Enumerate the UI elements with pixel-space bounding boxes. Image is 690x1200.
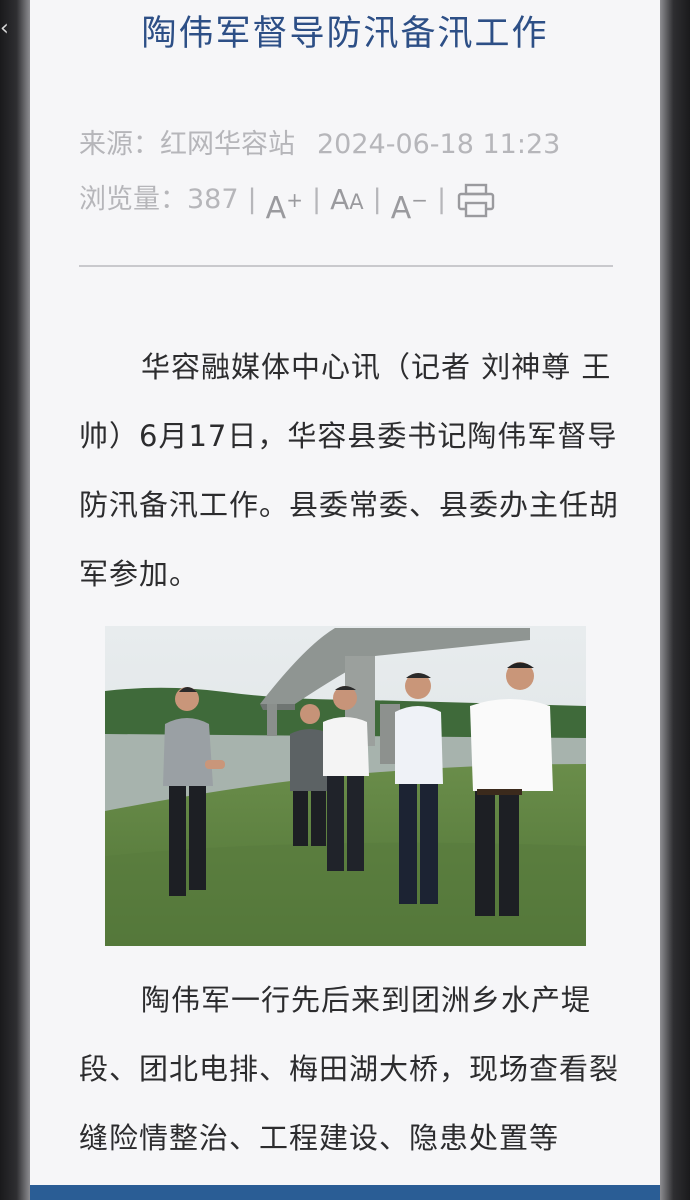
article-photo (105, 626, 586, 946)
left-screen-edge (0, 0, 30, 1200)
toolbar-separator: | (372, 184, 382, 215)
publish-datetime: 2024-06-18 11:23 (317, 129, 561, 160)
font-decrease-icon[interactable]: A− (391, 183, 428, 226)
toolbar-separator: | (247, 184, 257, 215)
bottom-bar (30, 1185, 660, 1200)
article-source-line: 来源：红网华容站 2024-06-18 11:23 (79, 128, 560, 162)
back-chevron-icon[interactable]: ‹ (0, 14, 14, 44)
article-paragraph: 陶伟军一行先后来到团洲乡水产堤段、团北电排、梅田湖大桥，现场查看裂缝险情整治、工… (79, 983, 620, 1155)
font-increase-icon[interactable]: A+ (266, 183, 303, 226)
toolbar-separator: | (437, 184, 447, 215)
source-label: 来源： (79, 129, 160, 160)
views-count: 387 (187, 184, 239, 215)
toolbar-separator: | (311, 184, 322, 215)
article-tools-line: 浏览量：387 | A+ | AA | A− | (79, 183, 495, 226)
article-title: 陶伟军督导防汛备汛工作 (141, 14, 549, 54)
right-screen-edge (660, 0, 690, 1200)
article-paragraph: 华容融媒体中心讯（记者 刘神尊 王帅）6月17日，华容县委书记陶伟军督导防汛备汛… (79, 350, 620, 591)
views-label: 浏览量： (79, 184, 187, 215)
article-page: 陶伟军督导防汛备汛工作 来源：红网华容站 2024-06-18 11:23 浏览量… (30, 0, 660, 1200)
source-name: 红网华容站 (160, 129, 295, 160)
meta-divider (79, 265, 613, 267)
font-reset-icon[interactable]: AA (330, 183, 364, 219)
print-icon[interactable] (457, 183, 495, 219)
